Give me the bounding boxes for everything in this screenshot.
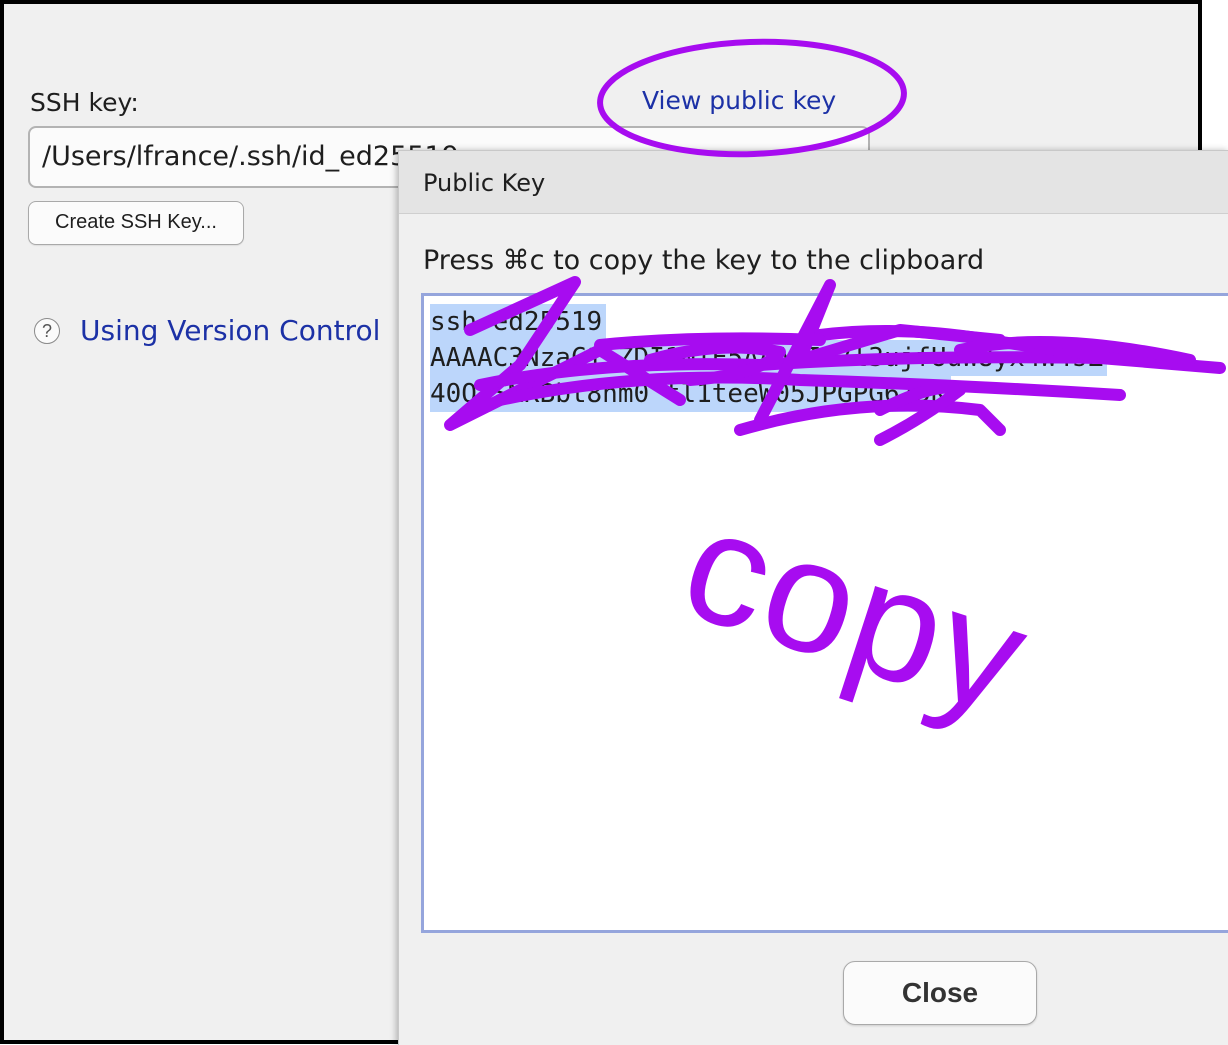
ssh-key-path-text: /Users/lfrance/.ssh/id_ed25519 xyxy=(42,141,459,172)
key-line: AAAAC3NzaC1lZDI1NTE5AAAAIG7l3ujfUuW8yx4W… xyxy=(430,340,1108,376)
question-mark-icon[interactable]: ? xyxy=(34,318,60,344)
dialog-title: Public Key xyxy=(423,169,546,197)
dialog-titlebar: Public Key xyxy=(399,151,1228,214)
ssh-key-label: SSH key: xyxy=(30,88,139,117)
view-public-key-link[interactable]: View public key xyxy=(642,86,836,115)
create-ssh-key-button[interactable]: Create SSH Key... xyxy=(28,201,244,245)
key-line: ssh-ed25519 xyxy=(430,304,607,340)
using-version-control-link[interactable]: Using Version Control xyxy=(80,314,380,347)
dialog-instructions: Press ⌘c to copy the key to the clipboar… xyxy=(423,245,985,276)
key-line: 40QtSMKBbt8nm0 tl1teeW05JPGPG6ZDK xyxy=(430,376,951,412)
close-button[interactable]: Close xyxy=(843,961,1037,1025)
